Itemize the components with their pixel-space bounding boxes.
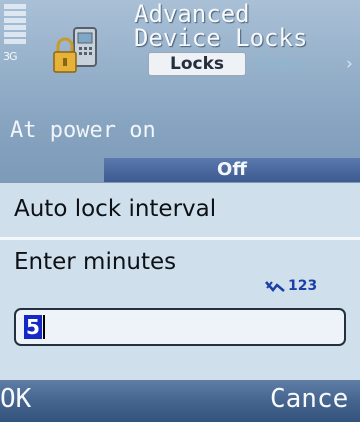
page-title: Advanced Device Locks: [134, 2, 354, 50]
input-mode-indicator: 123: [288, 278, 318, 294]
signal-bar: [4, 4, 26, 9]
signal-bar: [4, 32, 26, 37]
network-indicator: 3G: [3, 50, 17, 63]
device-lock-icon: [53, 27, 97, 73]
dialog-prompt: Enter minutes: [14, 249, 177, 275]
signal-bar: [4, 39, 26, 44]
setting-value[interactable]: Off: [104, 158, 360, 182]
pen-input-icon: [265, 281, 285, 292]
ok-softkey[interactable]: OK: [0, 384, 31, 414]
setting-label: At power on: [10, 118, 156, 143]
tab-code[interactable]: Code: [254, 52, 302, 76]
tab-locks[interactable]: Locks: [148, 52, 246, 76]
signal-bar: [4, 25, 26, 30]
status-bar: 3G: [0, 0, 34, 190]
signal-bar: [4, 11, 26, 16]
title-line-2: Device Locks: [134, 24, 308, 52]
title-line-1: Advanced: [134, 0, 250, 28]
dialog-heading: Auto lock interval: [14, 196, 217, 222]
signal-bar: [4, 18, 26, 23]
dialog-divider: [0, 237, 360, 240]
tab-scroll-right-icon[interactable]: ›: [346, 52, 353, 76]
query-dialog: Auto lock interval Enter minutes 123 5: [0, 183, 360, 380]
text-caret: [43, 315, 45, 339]
tab-bar: Locks Code ›: [148, 52, 360, 76]
minutes-input[interactable]: 5: [14, 308, 346, 346]
minutes-input-value: 5: [24, 315, 42, 339]
cancel-softkey[interactable]: Cance: [270, 384, 348, 414]
